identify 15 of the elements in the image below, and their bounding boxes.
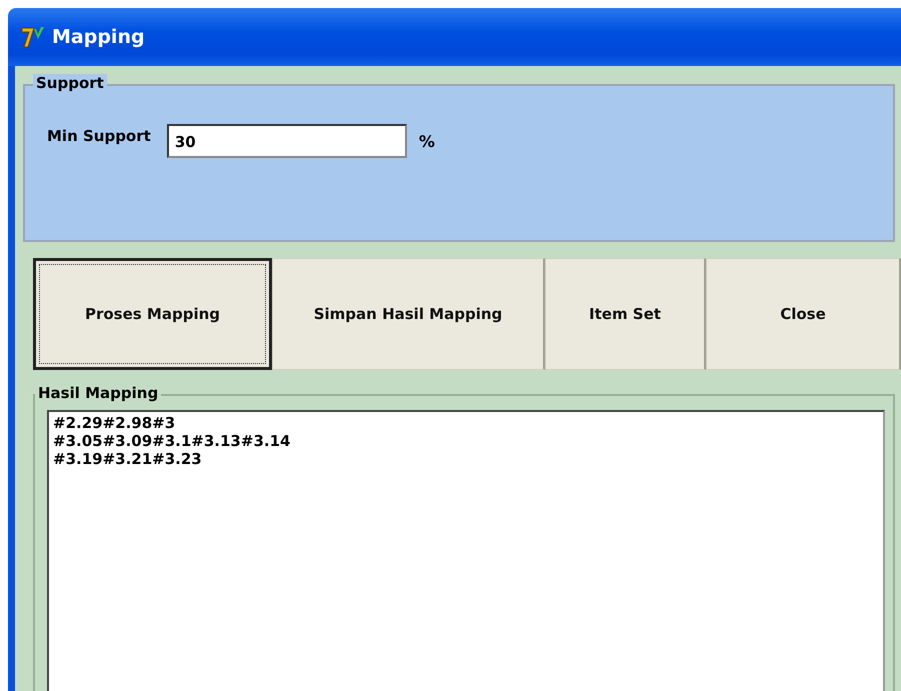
group-title: Hasil Mapping [35, 384, 162, 402]
action-button[interactable]: Close [706, 258, 901, 370]
min-support-field[interactable]: 30 [166, 124, 407, 158]
result-text-area[interactable]: #2.29#2.98#3 #3.05#3.09#3.1#3.13#3.14 #3.19#3.21#3.23 [47, 410, 885, 691]
result-line: #3.19#3.21#3.23 [53, 450, 203, 468]
result-line: #2.29#2.98#3 [53, 414, 176, 432]
result-line: #3.05#3.09#3.1#3.13#3.14 [53, 432, 292, 450]
unit-label: % [418, 132, 435, 150]
field-label: Min Support [47, 127, 151, 145]
action-button[interactable]: Proses Mapping [33, 258, 272, 370]
app-logo-icon [20, 25, 46, 49]
action-button[interactable]: Item Set [545, 258, 706, 370]
action-button[interactable]: Simpan Hasil Mapping [272, 258, 545, 370]
group-title: Support [33, 74, 107, 92]
window-title: Mapping [52, 26, 145, 48]
